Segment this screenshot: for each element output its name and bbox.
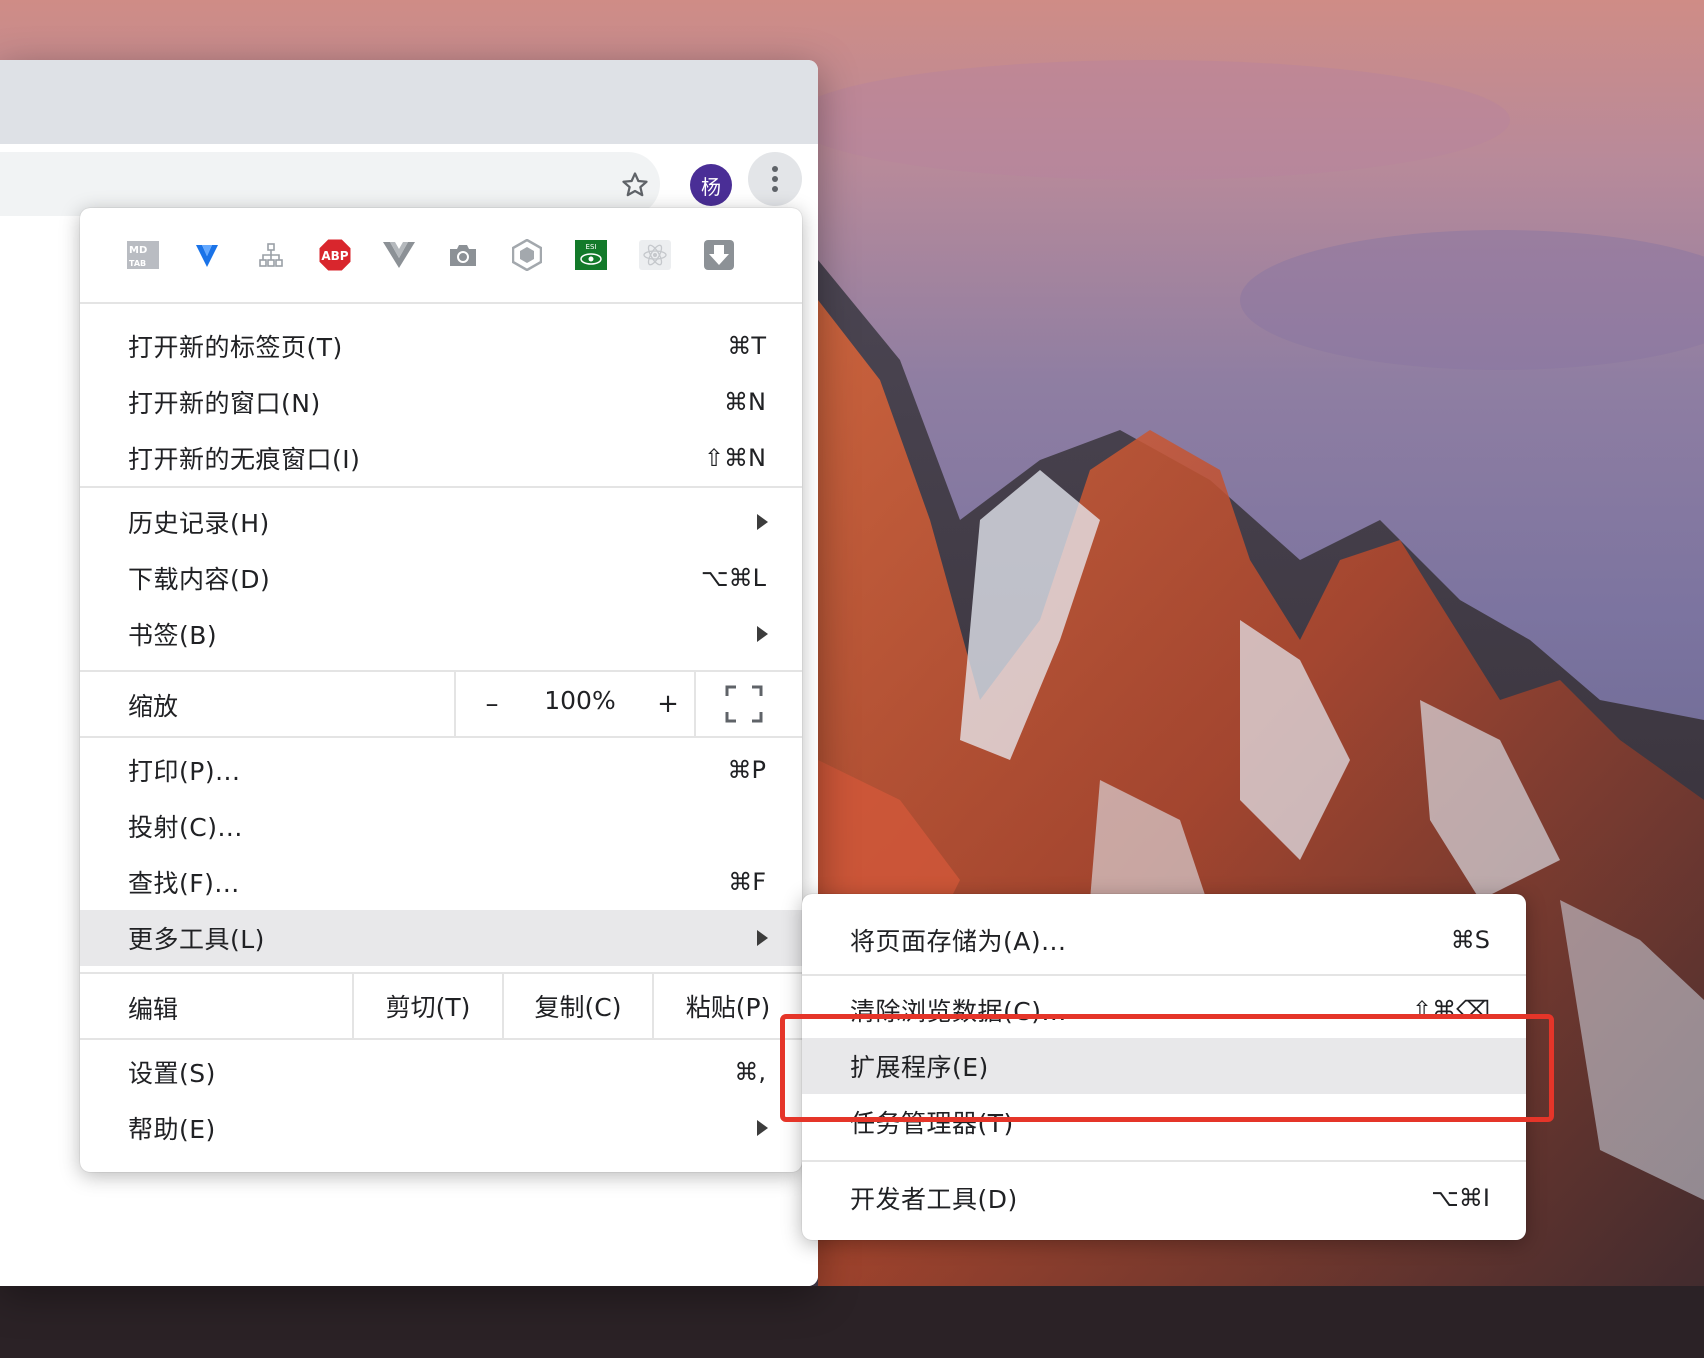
menu-item-new-window[interactable]: 打开新的窗口(N) ⌘N bbox=[80, 374, 802, 430]
zoom-label: 缩放 bbox=[128, 692, 179, 721]
edit-label: 编辑 bbox=[128, 995, 179, 1024]
menu-item-new-tab[interactable]: 打开新的标签页(T) ⌘T bbox=[80, 318, 802, 374]
menu-item-label: 投射(C)... bbox=[128, 813, 243, 842]
eye-extension-label: ESI bbox=[586, 243, 597, 251]
tab-strip bbox=[0, 60, 818, 144]
menu-item-label: 更多工具(L) bbox=[128, 925, 265, 954]
menu-item-shortcut: ⌘S bbox=[1450, 926, 1490, 954]
menu-item-label: 打印(P)... bbox=[128, 757, 241, 786]
submenu-arrow-icon bbox=[757, 930, 768, 946]
browser-main-menu: MD TAB ABP ESI 打开新的标签页(T) ⌘T 打开新的窗口(N) ⌘… bbox=[80, 208, 802, 1172]
submenu-arrow-icon bbox=[757, 514, 768, 530]
menu-item-history[interactable]: 历史记录(H) bbox=[80, 494, 802, 550]
menu-item-label: 查找(F)... bbox=[128, 869, 240, 898]
menu-item-incognito[interactable]: 打开新的无痕窗口(I) ⇧⌘N bbox=[80, 430, 802, 486]
submenu-item-devtools[interactable]: 开发者工具(D) ⌥⌘I bbox=[802, 1170, 1524, 1226]
zoom-in-button[interactable]: + bbox=[646, 680, 690, 728]
annotation-highlight-box bbox=[780, 1014, 1554, 1122]
menu-item-help[interactable]: 帮助(E) bbox=[80, 1100, 802, 1156]
menu-item-cast[interactable]: 投射(C)... bbox=[80, 798, 802, 854]
menu-item-settings[interactable]: 设置(S) ⌘, bbox=[80, 1044, 802, 1100]
fullscreen-button[interactable] bbox=[724, 684, 764, 724]
copy-button[interactable]: 复制(C) bbox=[504, 988, 652, 1024]
menu-item-label: 打开新的窗口(N) bbox=[128, 389, 321, 418]
menu-item-downloads[interactable]: 下载内容(D) ⌥⌘L bbox=[80, 550, 802, 606]
fullscreen-icon bbox=[725, 685, 763, 723]
menu-separator bbox=[80, 486, 802, 488]
profile-avatar[interactable]: 杨 bbox=[690, 164, 732, 206]
profile-initial: 杨 bbox=[701, 174, 721, 199]
menu-item-label: 打开新的无痕窗口(I) bbox=[128, 445, 361, 474]
sitemap-icon[interactable] bbox=[254, 238, 288, 272]
menu-item-label: 历史记录(H) bbox=[128, 509, 270, 538]
menu-item-label: 书签(B) bbox=[128, 621, 218, 650]
menu-item-shortcut: ⌘N bbox=[724, 388, 766, 416]
mdtab-icon[interactable]: MD TAB bbox=[126, 238, 160, 272]
zoom-divider bbox=[454, 672, 456, 736]
submenu-arrow-icon bbox=[757, 1120, 768, 1136]
menu-item-shortcut: ⌘, bbox=[734, 1058, 766, 1086]
submenu-arrow-icon bbox=[757, 626, 768, 642]
cut-button[interactable]: 剪切(T) bbox=[354, 988, 502, 1024]
zoom-row: 缩放 – 100% + bbox=[80, 672, 802, 736]
vysor-icon[interactable] bbox=[190, 238, 224, 272]
menu-item-shortcut: ⌘T bbox=[727, 332, 766, 360]
edit-row: 编辑 剪切(T) 复制(C) 粘贴(P) bbox=[80, 974, 802, 1038]
camera-icon[interactable] bbox=[446, 238, 480, 272]
menu-item-shortcut: ⌥⌘L bbox=[700, 564, 766, 592]
menu-separator bbox=[80, 1038, 802, 1040]
menu-item-shortcut: ⌥⌘I bbox=[1431, 1184, 1490, 1212]
zoom-divider bbox=[694, 672, 696, 736]
extension-toolbar: MD TAB ABP ESI bbox=[80, 208, 802, 304]
menu-item-label: 设置(S) bbox=[128, 1059, 216, 1088]
menu-separator bbox=[802, 974, 1526, 976]
menu-item-shortcut: ⌘P bbox=[727, 756, 766, 784]
browser-menu-button[interactable] bbox=[748, 152, 802, 206]
star-icon bbox=[622, 172, 648, 197]
kebab-menu-icon bbox=[772, 166, 778, 192]
hexagon-icon[interactable] bbox=[510, 238, 544, 272]
bookmark-star-button[interactable] bbox=[610, 160, 660, 210]
menu-separator bbox=[80, 736, 802, 738]
menu-item-label: 下载内容(D) bbox=[128, 565, 271, 594]
download-icon[interactable] bbox=[702, 238, 736, 272]
menu-item-bookmarks[interactable]: 书签(B) bbox=[80, 606, 802, 662]
menu-item-label: 打开新的标签页(T) bbox=[128, 333, 343, 362]
react-devtools-icon[interactable] bbox=[638, 238, 672, 272]
submenu-item-save-page[interactable]: 将页面存储为(A)... ⌘S bbox=[802, 912, 1524, 968]
menu-item-label: 帮助(E) bbox=[128, 1115, 216, 1144]
address-bar[interactable] bbox=[0, 152, 660, 216]
adblock-plus-label: ABP bbox=[321, 249, 348, 263]
menu-separator bbox=[802, 1160, 1526, 1162]
menu-item-label: 开发者工具(D) bbox=[850, 1185, 1018, 1214]
menu-item-shortcut: ⌘F bbox=[728, 868, 766, 896]
menu-item-more-tools[interactable]: 更多工具(L) bbox=[80, 910, 802, 966]
menu-item-shortcut: ⇧⌘N bbox=[703, 444, 766, 472]
menu-item-find[interactable]: 查找(F)... ⌘F bbox=[80, 854, 802, 910]
zoom-level: 100% bbox=[544, 686, 616, 715]
adblock-plus-icon[interactable]: ABP bbox=[318, 238, 352, 272]
svg-text:TAB: TAB bbox=[129, 259, 146, 268]
zoom-out-button[interactable]: – bbox=[470, 680, 514, 728]
menu-item-print[interactable]: 打印(P)... ⌘P bbox=[80, 742, 802, 798]
vue-devtools-icon[interactable] bbox=[382, 238, 416, 272]
menu-item-label: 将页面存储为(A)... bbox=[850, 927, 1067, 956]
mdtab-icon-text: MD bbox=[129, 245, 147, 256]
eye-extension-icon[interactable]: ESI bbox=[574, 238, 608, 272]
